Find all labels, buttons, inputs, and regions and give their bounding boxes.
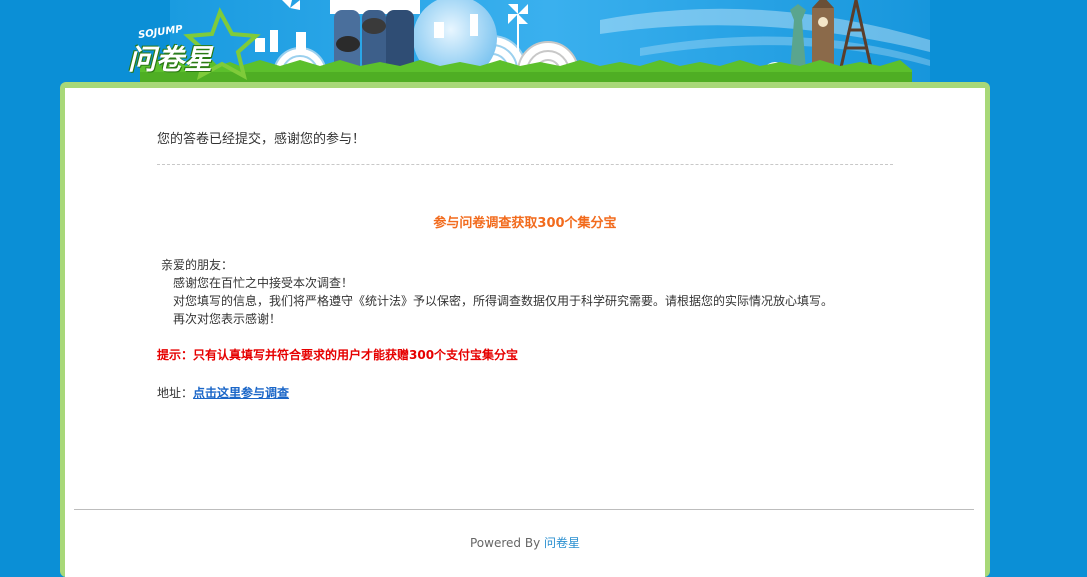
body-line: 感谢您在百忙之中接受本次调查！ xyxy=(173,276,354,290)
dashed-divider xyxy=(157,164,893,165)
logo[interactable]: 问卷星 xyxy=(128,38,212,78)
main-card: 您的答卷已经提交，感谢您的参与！ 参与问卷调查获取300个集分宝 亲爱的朋友： … xyxy=(60,82,990,577)
footer-divider xyxy=(74,509,974,510)
tip-message: 提示：只有认真填写并符合要求的用户才能获赠300个支付宝集分宝 xyxy=(157,348,519,362)
survey-link[interactable]: 点击这里参与调查 xyxy=(193,386,289,400)
address-label: 地址： xyxy=(157,386,194,400)
card-content: 您的答卷已经提交，感谢您的参与！ 参与问卷调查获取300个集分宝 亲爱的朋友： … xyxy=(65,88,985,577)
address-row: 地址：点击这里参与调查 xyxy=(157,384,289,401)
body-line: 再次对您表示感谢！ xyxy=(173,312,282,326)
header-banner: SOJUMP 问卷星 xyxy=(0,0,1087,84)
promo-title: 参与问卷调查获取300个集分宝 xyxy=(433,216,617,231)
footer: Powered By 问卷星 xyxy=(65,534,985,551)
greeting: 亲爱的朋友： xyxy=(161,258,234,272)
powered-by-label: Powered By xyxy=(470,536,544,550)
body-line: 对您填写的信息，我们将严格遵守《统计法》予以保密，所得调查数据仅用于科学研究需要… xyxy=(173,294,834,308)
footer-brand-link[interactable]: 问卷星 xyxy=(544,536,580,550)
submitted-message: 您的答卷已经提交，感谢您的参与！ xyxy=(157,132,366,147)
